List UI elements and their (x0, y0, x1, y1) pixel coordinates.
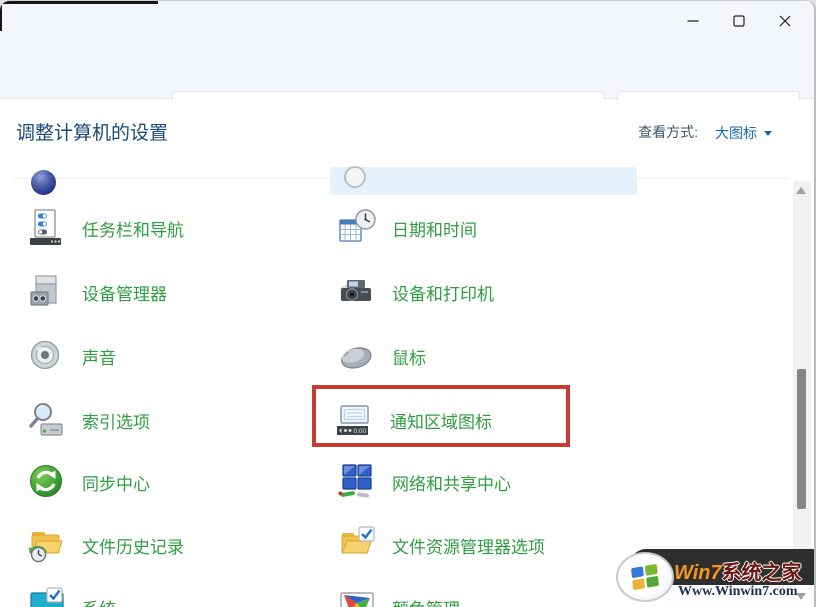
page-title: 调整计算机的设置 (16, 118, 168, 145)
scrollbar-up-icon[interactable] (796, 187, 806, 194)
indexing-options-icon (26, 399, 68, 441)
item-label: 索引选项 (82, 408, 150, 433)
window-controls (670, 1, 808, 41)
cpl-item-date-time[interactable]: 日期和时间 (336, 207, 477, 249)
view-mode-value: 大图标 (715, 123, 757, 143)
cpl-item-file-history[interactable]: 文件历史记录 (26, 524, 184, 566)
taskbar-navigation-icon (26, 207, 68, 249)
item-label: 设备和打印机 (392, 280, 494, 305)
view-by-label: 查看方式: (638, 122, 698, 142)
cpl-item-color-management[interactable]: 颜色管理 (336, 586, 460, 607)
windows-flag-icon (631, 564, 659, 590)
item-label: 系统 (82, 595, 116, 607)
item-label: 文件资源管理器选项 (392, 533, 545, 558)
device-manager-icon (26, 271, 68, 313)
watermark-brand-suffix: 系统之家 (722, 562, 802, 584)
partial-scrolled-row (0, 164, 798, 195)
page-header: 调整计算机的设置 查看方式: 大图标 (0, 100, 814, 163)
window-edge-left (0, 1, 2, 31)
control-panel-items-area: 任务栏和导航 日期和时间 (0, 163, 814, 607)
item-label: 网络和共享中心 (392, 470, 511, 495)
cpl-item-sound[interactable]: 声音 (26, 335, 116, 377)
watermark-url: Www.Winwin7.com (678, 584, 798, 600)
cpl-item-explorer-options[interactable]: 文件资源管理器选项 (336, 524, 545, 566)
watermark: Win7系统之家 Www.Winwin7.com (616, 549, 814, 607)
item-label: 设备管理器 (82, 280, 167, 305)
mouse-icon (336, 335, 378, 377)
devices-printers-icon (336, 271, 378, 313)
cpl-item-devices-printers[interactable]: 设备和打印机 (336, 271, 494, 313)
date-time-icon (336, 207, 378, 249)
sync-center-icon (26, 461, 68, 503)
window-edge-top (0, 1, 158, 4)
dropdown-triangle-icon (764, 131, 772, 136)
maximize-button[interactable] (716, 1, 762, 41)
system-icon (26, 586, 68, 607)
explorer-options-icon (336, 524, 378, 566)
windows-logo-icon (616, 552, 674, 602)
cpl-item-mouse[interactable]: 鼠标 (336, 335, 426, 377)
network-sharing-icon (336, 461, 378, 503)
item-label: 日期和时间 (392, 216, 477, 241)
cpl-item-device-manager[interactable]: 设备管理器 (26, 271, 167, 313)
item-label: 任务栏和导航 (82, 216, 184, 241)
minimize-button[interactable] (670, 1, 716, 41)
cpl-item-sync-center[interactable]: 同步中心 (26, 461, 150, 503)
item-label: 同步中心 (82, 470, 150, 495)
partial-highlighted-item[interactable] (330, 167, 637, 195)
scrollbar-thumb[interactable] (797, 369, 806, 509)
title-bar (0, 1, 814, 41)
partial-globe-icon[interactable] (31, 170, 56, 195)
minimize-icon (687, 15, 699, 27)
item-label: 颜色管理 (392, 595, 460, 607)
view-mode-dropdown[interactable]: 大图标 (709, 122, 778, 144)
cpl-item-network-sharing[interactable]: 网络和共享中心 (336, 461, 511, 503)
cpl-item-taskbar-navigation[interactable]: 任务栏和导航 (26, 207, 184, 249)
watermark-brand: Win7系统之家 (674, 556, 802, 585)
close-icon (779, 15, 791, 27)
navigation-bar: 控制面板 所有控制面板项 (0, 41, 814, 99)
maximize-icon (733, 15, 745, 27)
watermark-brand-prefix: Win7 (674, 562, 722, 584)
partial-clock-icon (344, 166, 366, 188)
item-label: 声音 (82, 344, 116, 369)
color-management-icon (336, 586, 378, 607)
file-history-icon (26, 524, 68, 566)
item-label: 鼠标 (392, 344, 426, 369)
sound-icon (26, 335, 68, 377)
close-button[interactable] (762, 1, 808, 41)
control-panel-window: 控制面板 所有控制面板项 (0, 0, 816, 607)
cpl-item-system[interactable]: 系统 (26, 586, 116, 607)
item-label: 文件历史记录 (82, 533, 184, 558)
red-highlight-annotation (312, 385, 570, 447)
cpl-item-indexing-options[interactable]: 索引选项 (26, 399, 150, 441)
scrollbar-down-icon[interactable] (796, 593, 806, 600)
